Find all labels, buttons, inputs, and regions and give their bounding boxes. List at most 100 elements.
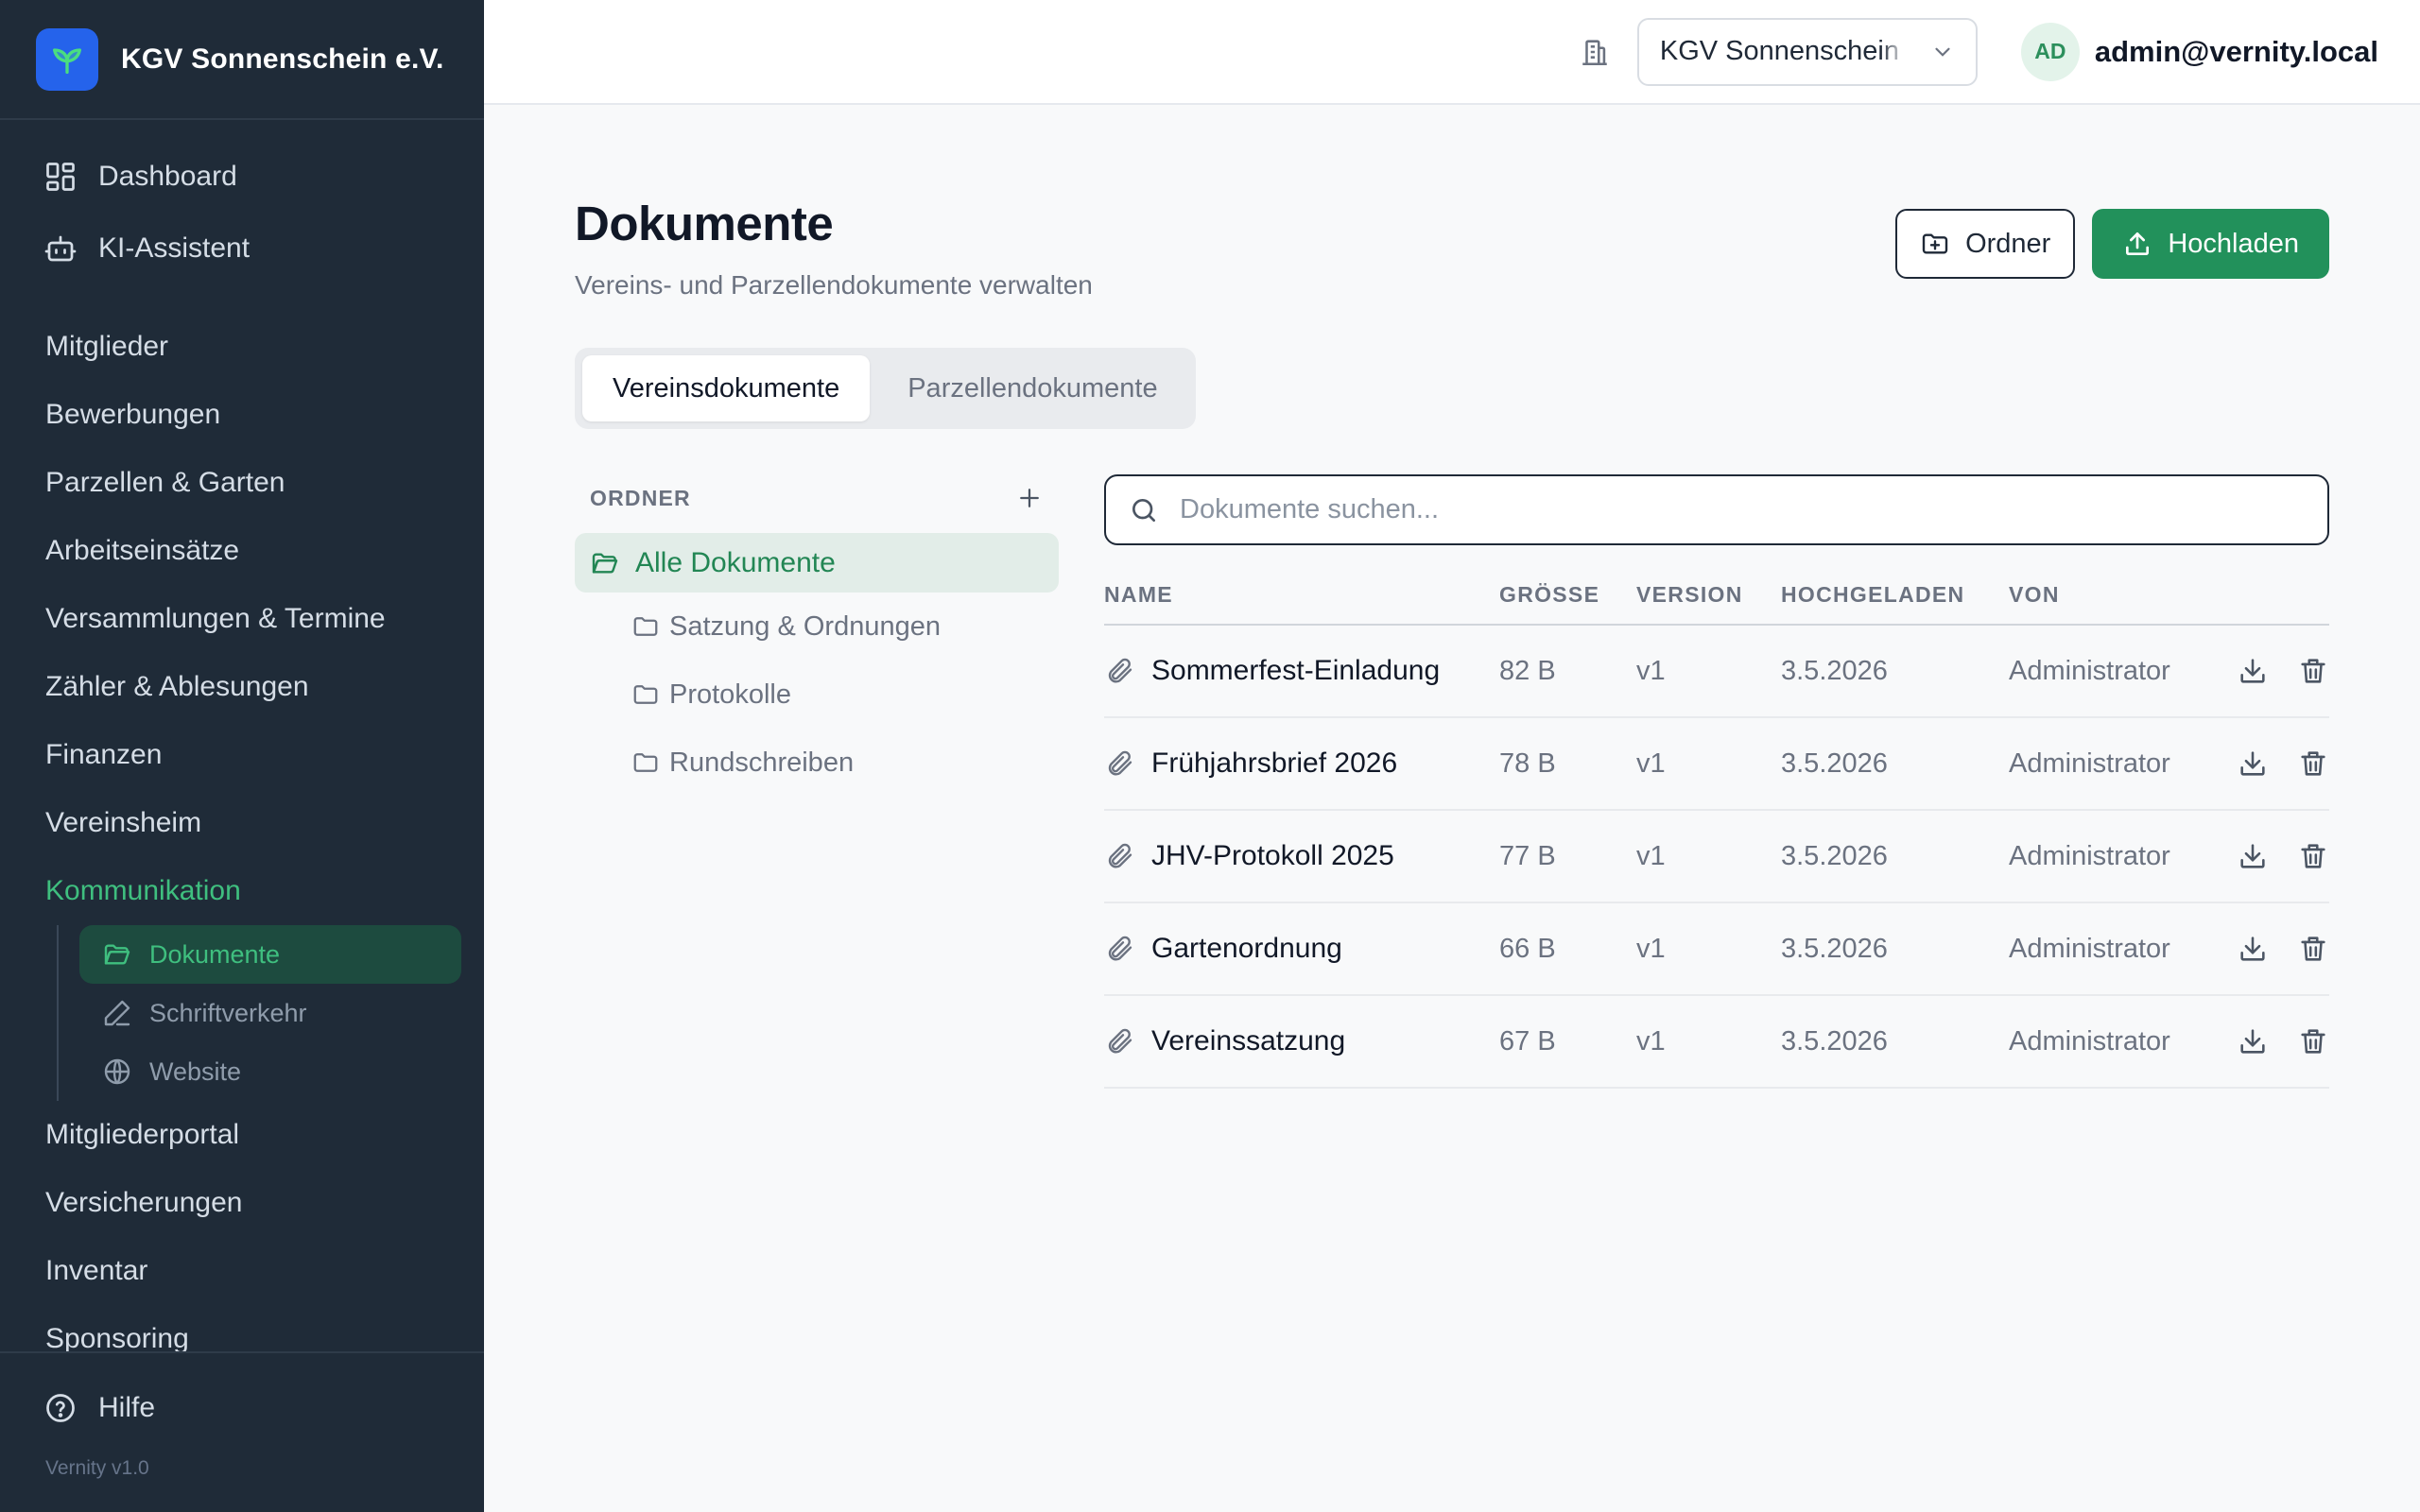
folder-item[interactable]: Rundschreiben	[575, 729, 1059, 797]
sidebar-item-website[interactable]: Website	[79, 1042, 461, 1101]
paperclip-icon	[1108, 658, 1132, 683]
column-header-size[interactable]: GRÖSSE	[1499, 566, 1636, 626]
folder-panel-header: ORDNER	[575, 474, 1059, 522]
document-version: v1	[1636, 810, 1781, 903]
document-version: v1	[1636, 902, 1781, 996]
document-uploaded: 3.5.2026	[1781, 995, 2009, 1089]
pen-icon	[104, 1000, 130, 1026]
document-name[interactable]: Frühjahrsbrief 2026	[1151, 747, 1397, 780]
page-header: Dokumente Vereins- und Parzellendokument…	[575, 196, 2329, 301]
paperclip-icon	[1108, 936, 1132, 961]
sidebar-item-arbeitseinsaetze[interactable]: Arbeitseinsätze	[0, 517, 484, 585]
column-header-uploaded[interactable]: HOCHGELADEN	[1781, 566, 2009, 626]
document-version: v1	[1636, 995, 1781, 1089]
sidebar-item-zaehler[interactable]: Zähler & Ablesungen	[0, 653, 484, 721]
trash-icon[interactable]	[2297, 840, 2329, 872]
page-title: Dokumente	[575, 197, 834, 250]
page-subtitle: Vereins- und Parzellendokumente verwalte…	[575, 270, 1093, 300]
sidebar-item-bewerbungen[interactable]: Bewerbungen	[0, 381, 484, 449]
organization-select[interactable]: KGV Sonnenschein e.V.	[1636, 17, 1978, 86]
download-icon[interactable]	[2237, 747, 2269, 780]
document-uploader: Administrator	[2009, 717, 2217, 811]
leaf-logo-icon	[36, 27, 98, 91]
column-header-version[interactable]: VERSION	[1636, 566, 1781, 626]
folder-all-documents[interactable]: Alle Dokumente	[575, 533, 1059, 593]
search-input[interactable]	[1180, 494, 2305, 525]
folder-label: Rundschreiben	[669, 747, 855, 778]
help-link[interactable]: Hilfe	[23, 1372, 461, 1444]
upload-icon	[2126, 232, 2150, 255]
sidebar-item-kommunikation[interactable]: Kommunikation	[0, 857, 484, 925]
subnav-kommunikation: Dokumente Schriftverkehr Website	[55, 925, 461, 1101]
download-icon[interactable]	[2237, 933, 2269, 965]
table-row[interactable]: Sommerfest-Einladung 82 B v1 3.5.2026 Ad…	[1104, 625, 2329, 718]
document-uploaded: 3.5.2026	[1781, 717, 2009, 811]
sidebar-item-finanzen[interactable]: Finanzen	[0, 721, 484, 789]
folder-plus-icon	[1922, 233, 1948, 254]
table-row[interactable]: Gartenordnung 66 B v1 3.5.2026 Administr…	[1104, 902, 2329, 996]
document-name[interactable]: Sommerfest-Einladung	[1151, 655, 1440, 687]
add-folder-icon[interactable]	[1015, 484, 1044, 512]
folder-icon	[633, 617, 658, 636]
document-name[interactable]: Gartenordnung	[1151, 933, 1342, 965]
folder-icon	[633, 753, 658, 772]
folder-item[interactable]: Satzung & Ordnungen	[575, 593, 1059, 661]
new-folder-button[interactable]: Ordner	[1895, 209, 2076, 279]
column-header-name[interactable]: NAME	[1104, 566, 1499, 626]
documents-table: NAME GRÖSSE VERSION HOCHGELADEN VON Somm…	[1104, 566, 2329, 1089]
file-panel: NAME GRÖSSE VERSION HOCHGELADEN VON Somm…	[1104, 474, 2329, 1089]
sidebar-footer: Hilfe Vernity v1.0	[0, 1351, 484, 1512]
document-version: v1	[1636, 717, 1781, 811]
sidebar-item-mitglieder[interactable]: Mitglieder	[0, 313, 484, 381]
table-row[interactable]: Frühjahrsbrief 2026 78 B v1 3.5.2026 Adm…	[1104, 717, 2329, 811]
building-icon	[1582, 39, 1607, 65]
table-row[interactable]: JHV-Protokoll 2025 77 B v1 3.5.2026 Admi…	[1104, 810, 2329, 903]
tab-parzellendokumente[interactable]: Parzellendokumente	[877, 355, 1187, 421]
sidebar-item-ki-assistent[interactable]: KI-Assistent	[23, 213, 461, 284]
sidebar-item-versicherungen[interactable]: Versicherungen	[0, 1169, 484, 1237]
sidebar-item-mitgliederportal[interactable]: Mitgliederportal	[0, 1101, 484, 1169]
sidebar-item-sponsoring[interactable]: Sponsoring	[0, 1305, 484, 1351]
document-size: 82 B	[1499, 625, 1636, 718]
document-uploaded: 3.5.2026	[1781, 810, 2009, 903]
user-menu[interactable]: AD admin@vernity.local	[2020, 22, 2378, 81]
sidebar-item-schriftverkehr[interactable]: Schriftverkehr	[79, 984, 461, 1042]
trash-icon[interactable]	[2297, 933, 2329, 965]
document-version: v1	[1636, 625, 1781, 718]
download-icon[interactable]	[2237, 840, 2269, 872]
document-name[interactable]: Vereinssatzung	[1151, 1025, 1345, 1057]
trash-icon[interactable]	[2297, 747, 2329, 780]
brand[interactable]: KGV Sonnenschein e.V.	[0, 0, 484, 120]
chevron-down-icon	[1935, 47, 1950, 57]
document-name[interactable]: JHV-Protokoll 2025	[1151, 840, 1394, 872]
folder-icon	[633, 685, 658, 704]
document-uploader: Administrator	[2009, 995, 2217, 1089]
trash-icon[interactable]	[2297, 655, 2329, 687]
sidebar-item-label: Dashboard	[98, 161, 237, 192]
folder-open-icon	[592, 552, 618, 574]
folder-label: Protokolle	[669, 679, 791, 710]
column-header-by[interactable]: VON	[2009, 566, 2217, 626]
document-tabs: Vereinsdokumente Parzellendokumente	[575, 348, 1196, 429]
table-header-row: NAME GRÖSSE VERSION HOCHGELADEN VON	[1104, 566, 2329, 626]
sidebar-item-label: Dokumente	[149, 939, 281, 969]
trash-icon[interactable]	[2297, 1025, 2329, 1057]
download-icon[interactable]	[2237, 655, 2269, 687]
sidebar-item-dokumente[interactable]: Dokumente	[79, 925, 461, 984]
sidebar-item-versammlungen[interactable]: Versammlungen & Termine	[0, 585, 484, 653]
sidebar-item-vereinsheim[interactable]: Vereinsheim	[0, 789, 484, 857]
tab-vereinsdokumente[interactable]: Vereinsdokumente	[582, 355, 871, 421]
document-uploader: Administrator	[2009, 625, 2217, 718]
page-content: Dokumente Vereins- und Parzellendokument…	[484, 196, 2420, 1089]
table-row[interactable]: Vereinssatzung 67 B v1 3.5.2026 Administ…	[1104, 995, 2329, 1089]
document-size: 77 B	[1499, 810, 1636, 903]
download-icon[interactable]	[2237, 1025, 2269, 1057]
folder-item[interactable]: Protokolle	[575, 661, 1059, 729]
sidebar-item-inventar[interactable]: Inventar	[0, 1237, 484, 1305]
sidebar-item-parzellen[interactable]: Parzellen & Garten	[0, 449, 484, 517]
sidebar-item-dashboard[interactable]: Dashboard	[23, 141, 461, 213]
dashboard-icon	[46, 163, 75, 191]
upload-button[interactable]: Hochladen	[2092, 209, 2329, 279]
new-folder-label: Ordner	[1965, 228, 2051, 259]
avatar: AD	[2020, 22, 2080, 81]
